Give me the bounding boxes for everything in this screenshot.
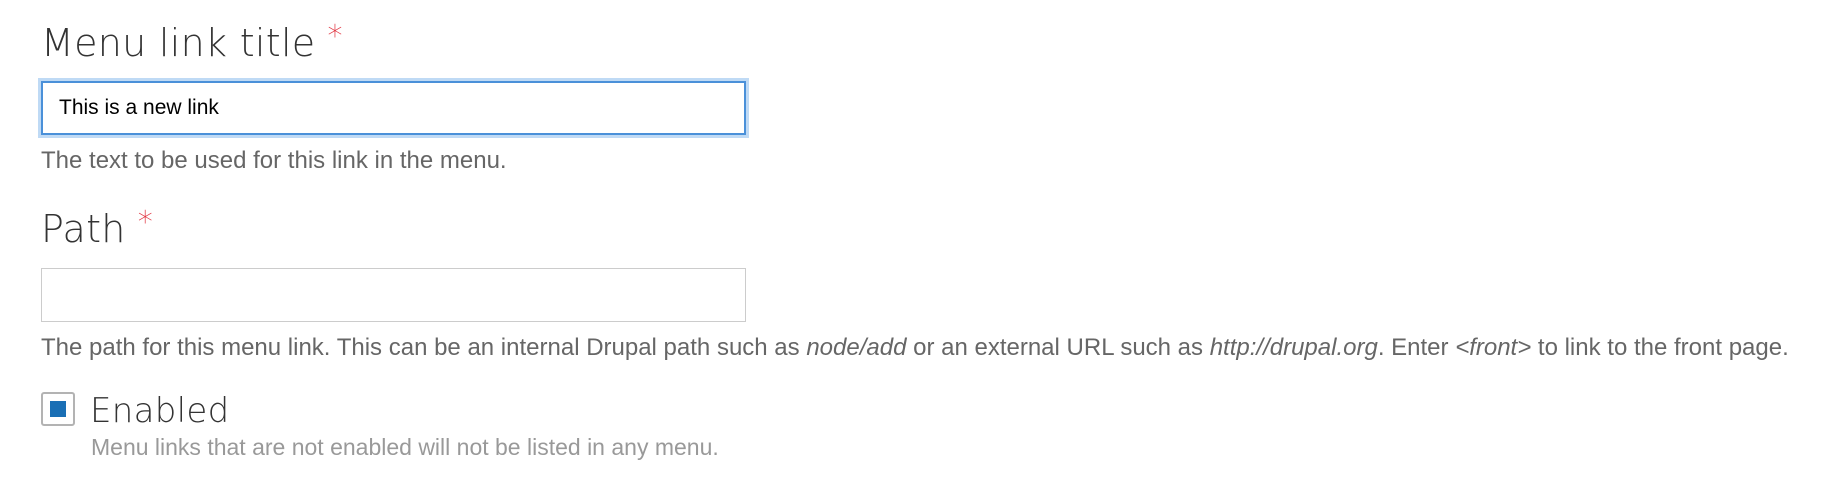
checkbox-checked-icon xyxy=(50,401,66,417)
required-marker: * xyxy=(137,205,153,240)
path-label-text: Path xyxy=(41,207,126,251)
menu-link-title-label: Menu link title * xyxy=(41,19,343,65)
enabled-description: Menu links that are not enabled will not… xyxy=(91,434,719,460)
path-description-text: . Enter xyxy=(1377,334,1456,361)
path-description-text: to link to the front page. xyxy=(1531,334,1789,361)
path-description-text: or an external URL such as xyxy=(906,334,1210,361)
menu-link-title-description: The text to be used for this link in the… xyxy=(41,147,507,174)
path-example-external: http://drupal.org xyxy=(1209,334,1378,361)
menu-link-title-input[interactable]: This is a new link xyxy=(41,81,746,135)
path-description-text: The path for this menu link. This can be… xyxy=(41,334,807,361)
menu-link-title-value: This is a new link xyxy=(59,96,219,119)
path-input[interactable] xyxy=(41,268,746,322)
path-label: Path * xyxy=(41,205,153,251)
menu-link-title-label-text: Menu link title xyxy=(41,21,316,65)
path-description: The path for this menu link. This can be… xyxy=(41,334,1789,362)
enabled-label[interactable]: Enabled xyxy=(90,394,230,428)
required-marker: * xyxy=(327,19,343,54)
path-example-internal: node/add xyxy=(806,334,907,361)
enabled-checkbox[interactable] xyxy=(41,392,75,426)
path-example-front: <front> xyxy=(1455,334,1532,361)
